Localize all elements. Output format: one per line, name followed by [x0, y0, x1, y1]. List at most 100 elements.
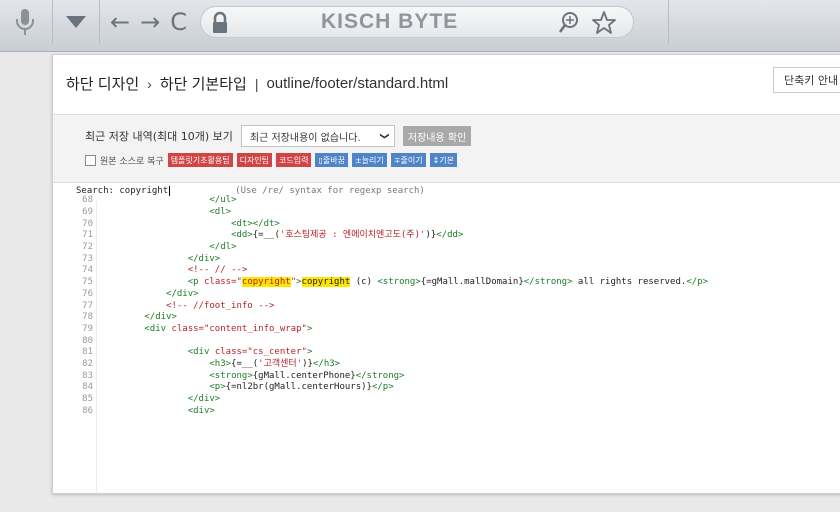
zoom-icon[interactable] [557, 11, 579, 39]
code-text: <p class="copyright">copyright (c) <stro… [187, 277, 708, 288]
line-number: 73 [82, 253, 93, 264]
editor-page: 하단 디자인 › 하단 기본타입 | outline/footer/standa… [52, 54, 840, 494]
code-line[interactable]: 82 <h3>{=__('고객센터')}</h3> [53, 359, 840, 371]
code-line[interactable]: 83 <strong>{gMall.centerPhone}</strong> [53, 371, 840, 383]
code-line[interactable]: 79 <div class="content_info_wrap"> [53, 324, 840, 336]
code-line[interactable]: 74 <!-- // --> [53, 265, 840, 277]
tag-expand[interactable]: ± 늘리기 [351, 153, 387, 167]
code-line[interactable]: 86 <div> [53, 406, 840, 418]
tag-label: 줄이기 [400, 155, 423, 165]
breadcrumb-divider: | [254, 75, 259, 92]
lock-icon [211, 11, 229, 39]
code-line[interactable]: 71 <dd>{=__('호스팅제공 : 엔에이치엔고도(주)')}</dd> [53, 230, 840, 242]
code-text: </div> [187, 394, 221, 404]
tag-label: 기본 [439, 155, 455, 165]
line-number: 83 [82, 370, 93, 381]
line-number: 70 [82, 218, 93, 229]
code-text: </dl> [209, 242, 237, 253]
search-bar[interactable]: Search: copyright (Use /re/ syntax for r… [53, 183, 840, 201]
star-icon[interactable] [591, 10, 617, 40]
code-text: <!-- //foot_info --> [166, 300, 275, 311]
tag-shrink[interactable]: ∓ 줄이기 [390, 153, 426, 167]
site-title: KISCH BYTE [321, 10, 459, 33]
search-hint: (Use /re/ syntax for regexp search) [235, 186, 425, 196]
line-number: 78 [82, 312, 93, 323]
line-number: 86 [82, 405, 93, 416]
line-number: 68 [82, 195, 93, 205]
code-line[interactable]: 72 </dl> [53, 242, 840, 254]
tag-template-tips[interactable]: 템플릿기초활용팁 [167, 153, 233, 167]
line-number: 84 [82, 382, 93, 393]
code-text: <dt></dt> [231, 218, 280, 229]
line-number: 75 [82, 277, 93, 288]
line-number: 80 [82, 335, 93, 346]
file-path: outline/footer/standard.html [266, 75, 449, 92]
code-text: <strong>{gMall.centerPhone}</strong> [209, 370, 405, 381]
code-text: <div class="cs_center"> [187, 347, 313, 358]
line-number: 77 [82, 300, 93, 311]
line-number: 74 [82, 265, 93, 276]
code-line[interactable]: 84 <p>{=nl2br(gMall.centerHours)}</p> [53, 382, 840, 394]
history-select-value: 최근 저장내용이 없습니다. [249, 132, 361, 144]
tag-label: 늘리기 [361, 155, 384, 165]
code-editor[interactable]: Search: copyright (Use /re/ syntax for r… [53, 182, 840, 493]
mic-icon[interactable] [0, 0, 50, 44]
code-text: <dd>{=__('호스팅제공 : 엔에이치엔고도(주)')}</dd> [231, 230, 464, 241]
chevron-right-icon: › [147, 75, 152, 92]
code-line[interactable]: 81 <div class="cs_center"> [53, 347, 840, 359]
back-button[interactable]: ← [110, 8, 130, 36]
code-text: <div> [187, 405, 215, 416]
line-number: 71 [82, 230, 93, 241]
forward-button[interactable]: → [140, 8, 160, 36]
code-line[interactable]: 76 </div> [53, 289, 840, 301]
search-input[interactable]: copyright [119, 186, 168, 196]
dropdown-icon[interactable] [52, 0, 100, 44]
code-text: <p>{=nl2br(gMall.centerHours)}</p> [209, 382, 394, 393]
breadcrumb-item[interactable]: 하단 디자인 [66, 73, 139, 94]
history-controls: 최근 저장 내역(최대 10개) 보기 최근 저장내용이 없습니다. ❯ 저장내… [53, 115, 840, 185]
history-select[interactable]: 최근 저장내용이 없습니다. ❯ [240, 125, 395, 147]
line-number: 85 [82, 394, 93, 404]
code-text: </ul> [209, 195, 237, 205]
code-text: </div> [166, 288, 199, 299]
code-line[interactable]: 70 <dt></dt> [53, 219, 840, 231]
tab-area [668, 0, 840, 44]
address-bar[interactable]: KISCH BYTE [200, 6, 634, 38]
restore-checkbox[interactable] [85, 154, 96, 166]
tag-label: 줄바꿈 [322, 155, 345, 165]
shortcut-guide-button[interactable]: 단축키 안내 [773, 67, 840, 93]
line-number: 81 [82, 347, 93, 358]
tag-design-tips[interactable]: 디자인팁 [236, 153, 273, 167]
code-line[interactable]: 73 </div> [53, 254, 840, 266]
code-text: <dl> [209, 207, 232, 217]
code-text: <!-- // --> [187, 265, 248, 276]
code-lines: 68 </ul> 69 <dl> 70 <dt></dt> 71 <dd>{=__('호스팅제… [53, 195, 840, 493]
line-number: 76 [82, 288, 93, 299]
code-line[interactable]: 80 [53, 336, 840, 348]
code-line[interactable]: 85 </div> [53, 394, 840, 406]
line-number: 69 [82, 207, 93, 217]
page-header: 하단 디자인 › 하단 기본타입 | outline/footer/standa… [53, 55, 840, 115]
line-number: 72 [82, 242, 93, 253]
code-text: </div> [187, 253, 221, 264]
code-line[interactable]: 75 <p class="copyright">copyright (c) <st… [53, 277, 840, 289]
breadcrumb: 하단 디자인 › 하단 기본타입 | outline/footer/standa… [66, 73, 448, 94]
chevron-down-icon: ❯ [379, 132, 390, 140]
tag-code-input[interactable]: 코드입력 [276, 153, 312, 167]
tag-default[interactable]: ↕ 기본 [429, 153, 458, 167]
reload-button[interactable]: C [170, 8, 187, 36]
breadcrumb-item[interactable]: 하단 기본타입 [160, 73, 247, 94]
code-text: <h3>{=__('고객센터')}</h3> [209, 358, 341, 369]
code-line[interactable]: 78 </div> [53, 312, 840, 324]
line-number: 79 [82, 323, 93, 334]
code-text: <div class="content_info_wrap"> [144, 323, 313, 334]
code-line[interactable]: 69 <dl> [53, 207, 840, 219]
confirm-history-button[interactable]: 저장내용 확인 [402, 126, 472, 146]
line-number: 82 [82, 358, 93, 369]
code-line[interactable]: 77 <!-- //foot_info --> [53, 301, 840, 313]
code-text: </div> [144, 312, 177, 323]
history-label: 최근 저장 내역(최대 10개) 보기 [85, 130, 233, 143]
tag-line-wrap[interactable]: ▯ 줄바꿈 [315, 153, 348, 167]
restore-label: 원본 소스로 복구 [100, 156, 164, 167]
browser-toolbar: ← → C KISCH BYTE [0, 0, 840, 52]
